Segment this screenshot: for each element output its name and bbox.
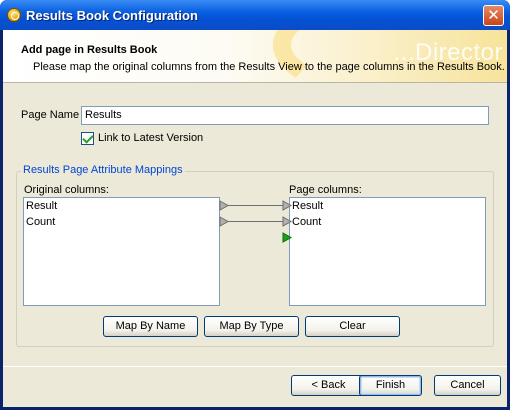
page-name-input[interactable]: Results	[81, 106, 489, 125]
map-by-type-button[interactable]: Map By Type	[204, 316, 299, 337]
list-item[interactable]: Count	[24, 214, 219, 230]
mapping-connector-count[interactable]	[219, 216, 293, 227]
target-arrow-icon[interactable]	[282, 200, 293, 211]
clear-button[interactable]: Clear	[305, 316, 400, 337]
add-mapping-arrow-icon[interactable]	[282, 232, 293, 243]
list-item[interactable]: Result	[24, 198, 219, 214]
window-title: Results Book Configuration	[26, 8, 198, 23]
page-name-label: Page Name	[21, 109, 80, 121]
source-arrow-icon[interactable]	[219, 216, 230, 227]
target-arrow-icon[interactable]	[282, 216, 293, 227]
footer-divider	[3, 366, 507, 367]
map-by-name-button[interactable]: Map By Name	[103, 316, 198, 337]
app-icon	[7, 8, 21, 22]
header-description: Please map the original columns from the…	[33, 61, 505, 73]
link-latest-label: Link to Latest Version	[98, 132, 204, 144]
list-item[interactable]: Count	[290, 214, 485, 230]
header-title: Add page in Results Book	[21, 44, 158, 56]
original-columns-label: Original columns:	[24, 184, 109, 196]
back-button[interactable]: < Back	[291, 375, 366, 396]
original-columns-list[interactable]: Result Count	[23, 197, 220, 306]
source-arrow-icon[interactable]	[219, 200, 230, 211]
column-mapping-connectors[interactable]	[215, 195, 295, 245]
list-item[interactable]: Result	[290, 198, 485, 214]
close-button[interactable]: ✕	[483, 5, 504, 26]
title-bar[interactable]: Results Book Configuration ✕	[0, 0, 510, 30]
cancel-button[interactable]: Cancel	[434, 375, 501, 396]
mappings-group-title: Results Page Attribute Mappings	[21, 164, 185, 176]
wizard-header: ...Director Add page in Results Book Ple…	[3, 30, 507, 83]
link-latest-checkbox[interactable]	[81, 132, 94, 145]
finish-button[interactable]: Finish	[359, 375, 422, 396]
mapping-connector-result[interactable]	[219, 200, 293, 211]
page-columns-label: Page columns:	[289, 184, 362, 196]
page-columns-list[interactable]: Result Count	[289, 197, 486, 306]
